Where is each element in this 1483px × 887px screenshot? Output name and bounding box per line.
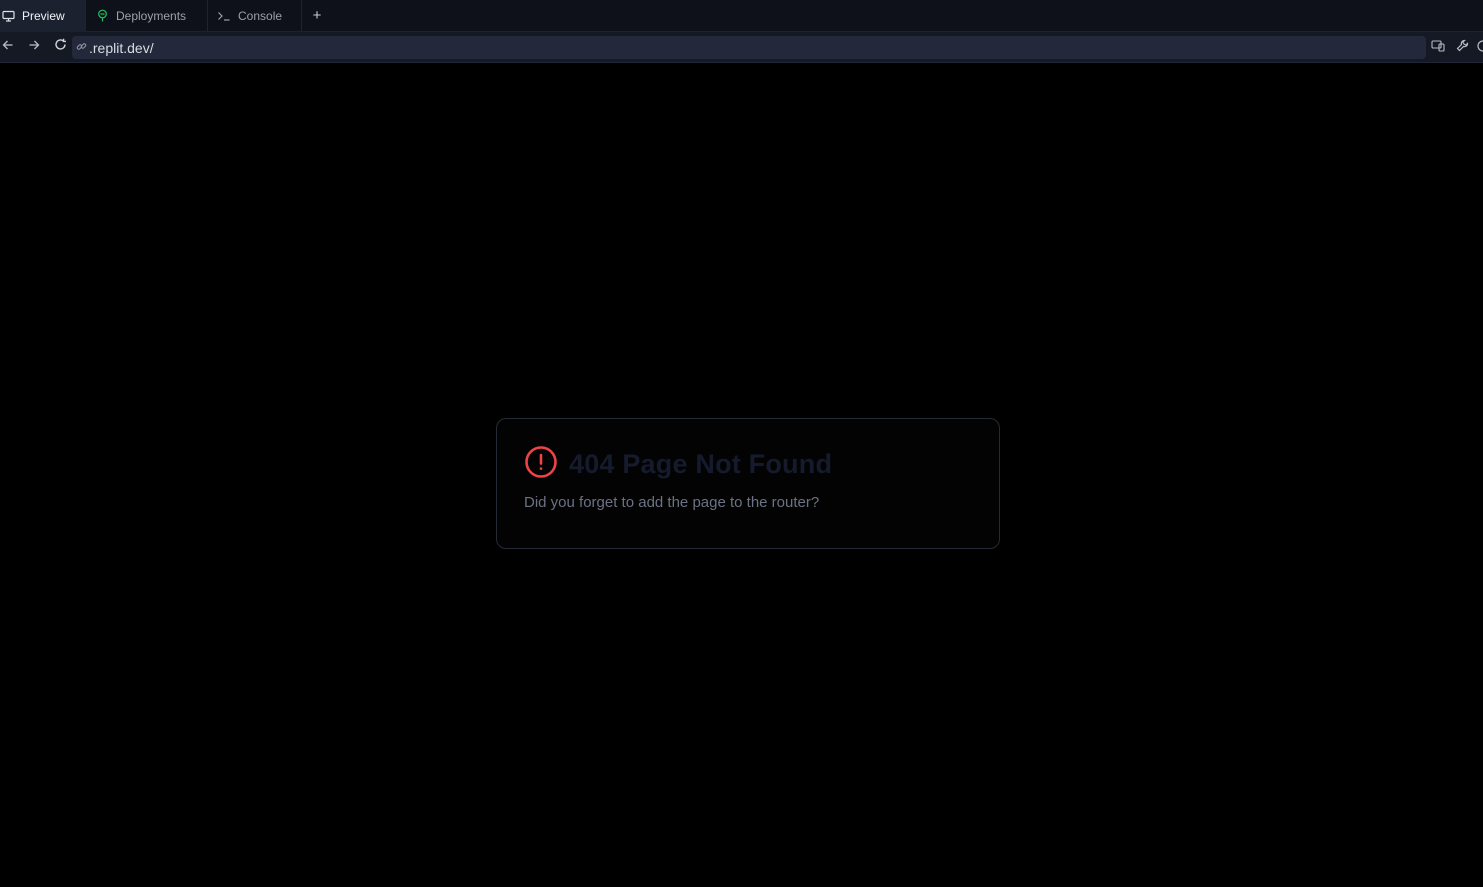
add-tab-button[interactable]: + xyxy=(302,0,332,31)
preview-viewport: 404 Page Not Found Did you forget to add… xyxy=(0,63,1483,887)
error-message: Did you forget to add the page to the ro… xyxy=(524,494,820,511)
tab-preview[interactable]: Preview xyxy=(0,0,86,31)
terminal-icon xyxy=(216,8,232,24)
wrench-icon xyxy=(1456,39,1469,57)
more-button[interactable] xyxy=(1477,39,1483,57)
arrow-right-icon xyxy=(28,38,40,56)
devices-button[interactable] xyxy=(1429,39,1447,57)
back-button[interactable] xyxy=(0,34,21,60)
tab-bar: Preview Deployments Console + xyxy=(0,0,1483,32)
tab-deployments[interactable]: Deployments xyxy=(86,0,208,31)
link-icon xyxy=(76,39,87,57)
deployments-icon xyxy=(94,8,110,24)
error-card: 404 Page Not Found Did you forget to add… xyxy=(496,418,1000,549)
tab-label: Preview xyxy=(22,8,65,23)
tab-label: Console xyxy=(238,8,283,23)
monitor-icon xyxy=(0,8,16,24)
arrow-left-icon xyxy=(2,38,14,56)
devices-icon xyxy=(1431,39,1445,57)
devtools-button[interactable] xyxy=(1453,39,1471,57)
url-field[interactable]: .replit.dev/ xyxy=(72,36,1426,59)
tab-label: Deployments xyxy=(116,8,187,23)
more-icon xyxy=(1477,39,1483,57)
error-title: 404 Page Not Found xyxy=(569,448,833,479)
reload-icon xyxy=(54,38,67,56)
error-header: 404 Page Not Found xyxy=(524,445,972,484)
tab-console[interactable]: Console xyxy=(208,0,302,31)
address-tools xyxy=(1429,36,1483,59)
forward-button[interactable] xyxy=(21,34,47,60)
url-text: .replit.dev/ xyxy=(89,39,154,56)
plus-icon: + xyxy=(312,7,322,24)
alert-circle-icon xyxy=(524,445,558,484)
reload-button[interactable] xyxy=(47,34,73,60)
address-bar: .replit.dev/ xyxy=(0,32,1483,63)
